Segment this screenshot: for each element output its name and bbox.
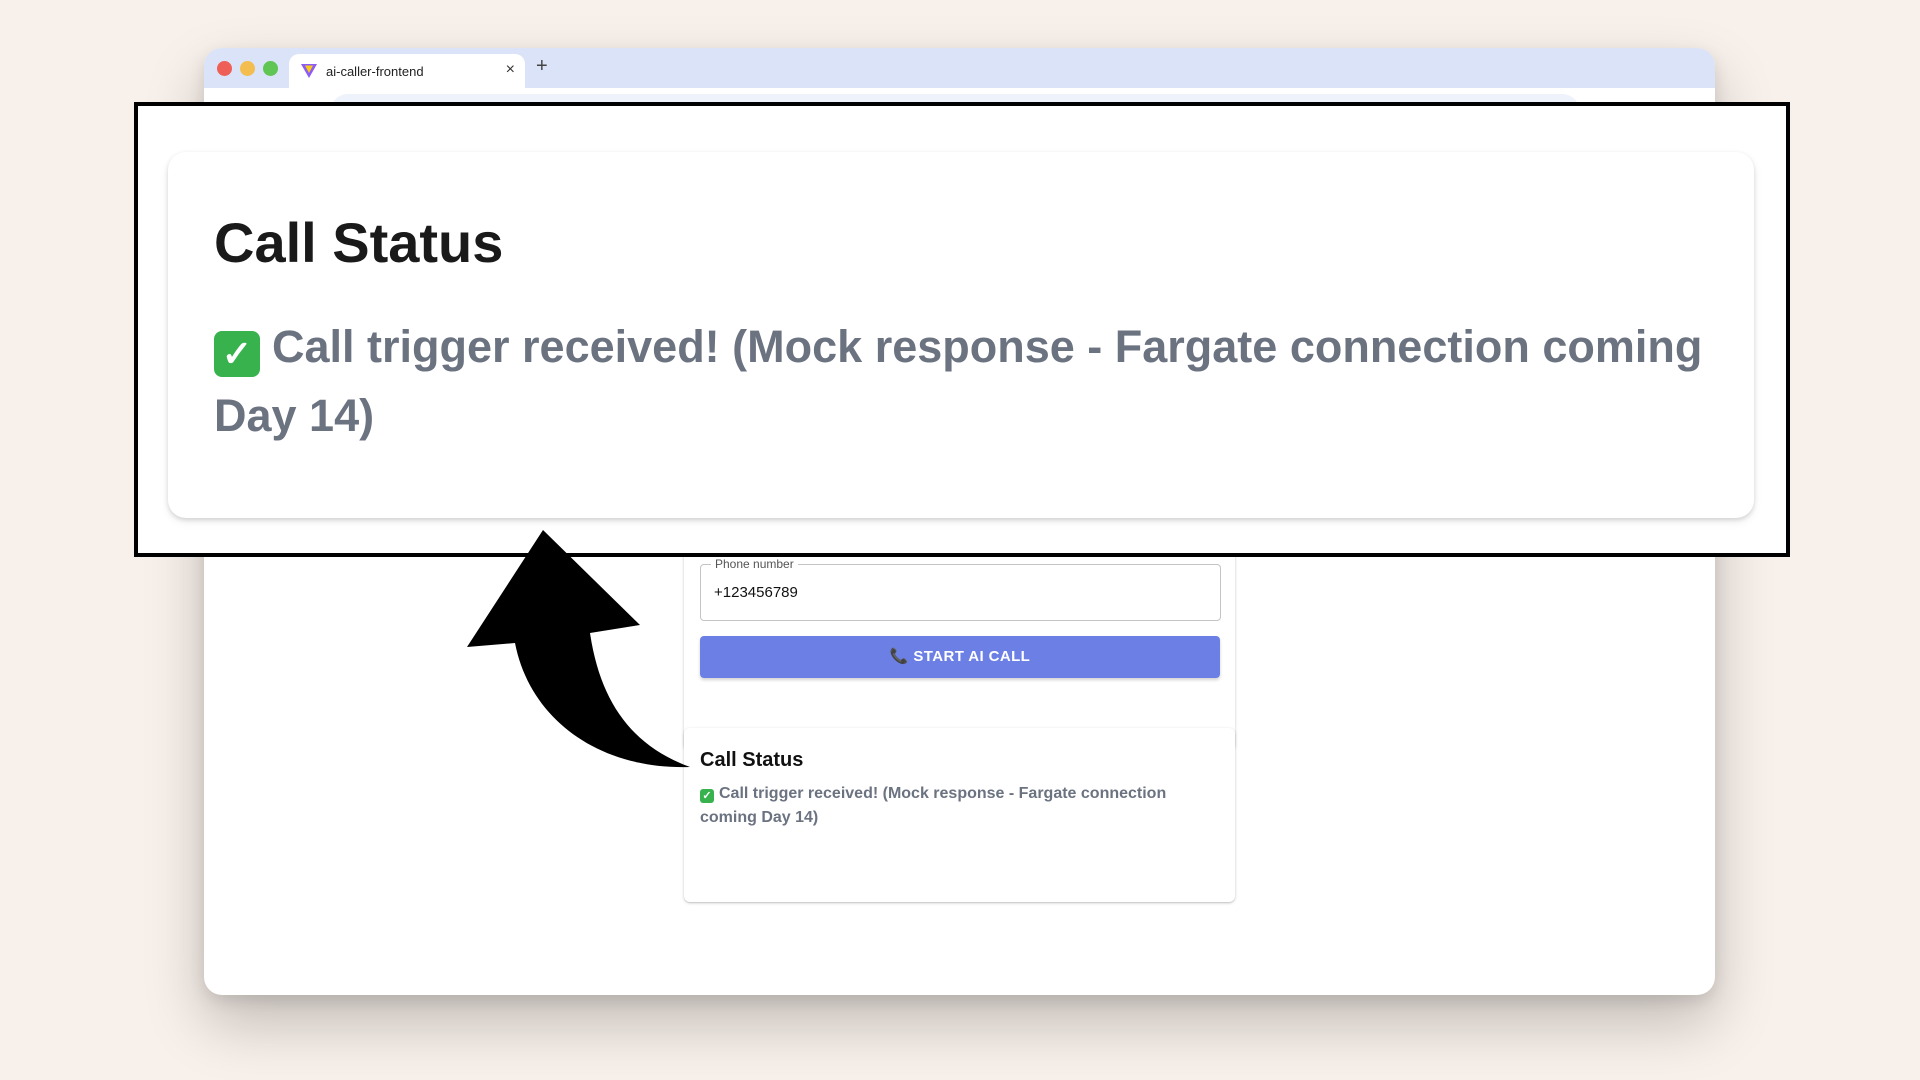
zoomed-call-status-message-text: Call trigger received! (Mock response - …: [214, 321, 1703, 441]
vite-logo-icon: [301, 64, 317, 78]
phone-number-label: Phone number: [711, 557, 798, 571]
phone-icon: 📞: [889, 648, 909, 665]
call-status-message-text: Call trigger received! (Mock response - …: [700, 785, 1167, 826]
tab-close-icon[interactable]: ×: [506, 61, 515, 79]
start-ai-call-label: START AI CALL: [913, 648, 1031, 665]
call-status-card: Call Status ✓ Call trigger received! (Moc…: [684, 728, 1235, 902]
zoomed-call-status-message: ✓ Call trigger received! (Mock response -…: [214, 312, 1734, 450]
start-ai-call-button[interactable]: 📞 START AI CALL: [700, 636, 1220, 678]
tab-title: ai-caller-frontend: [326, 64, 424, 79]
phone-number-value[interactable]: +123456789: [714, 584, 798, 601]
maximize-window-button[interactable]: [263, 61, 278, 76]
new-tab-button[interactable]: +: [536, 55, 548, 78]
check-mark-icon: ✓: [700, 789, 714, 803]
zoom-callout-frame: Call Status ✓ Call trigger received! (Moc…: [134, 102, 1790, 557]
phone-number-field[interactable]: Phone number +123456789: [700, 557, 1221, 621]
minimize-window-button[interactable]: [240, 61, 255, 76]
curved-arrow-icon: [467, 530, 690, 768]
close-window-button[interactable]: [217, 61, 232, 76]
call-status-message: ✓ Call trigger received! (Mock response -…: [700, 782, 1200, 830]
zoomed-call-status-card: Call Status ✓ Call trigger received! (Moc…: [168, 152, 1754, 518]
tab-ai-caller-frontend[interactable]: ai-caller-frontend ×: [289, 54, 525, 88]
call-status-title: Call Status: [700, 749, 804, 771]
check-mark-icon: ✓: [214, 331, 260, 377]
zoomed-call-status-title: Call Status: [214, 211, 504, 274]
tab-bar: ai-caller-frontend × +: [204, 48, 1715, 88]
